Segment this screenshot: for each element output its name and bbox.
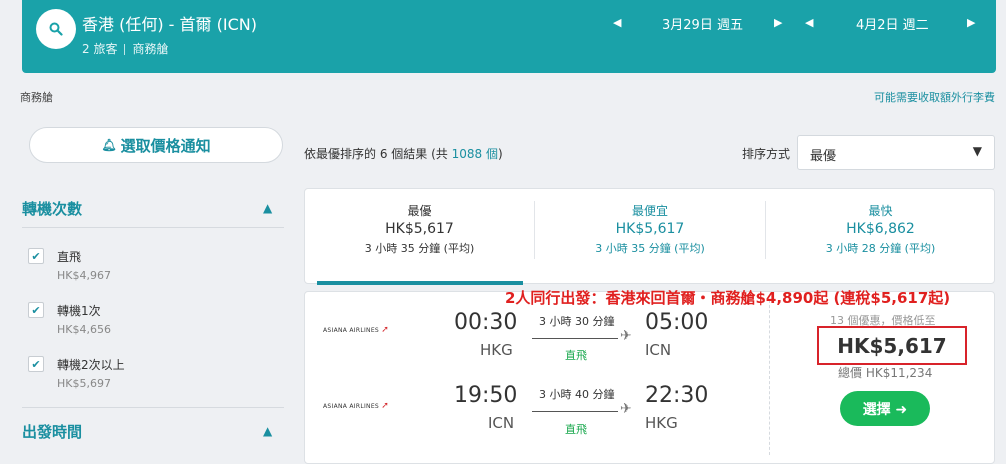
stops-direct-checkbox[interactable]: ✔ bbox=[28, 248, 44, 264]
stops-one-price: HK$4,656 bbox=[57, 323, 111, 336]
results-summary-prefix: 依最優排序的 6 個結果 (共 bbox=[304, 147, 448, 161]
stops-one-checkbox[interactable]: ✔ bbox=[28, 302, 44, 318]
tab-cheapest-price: HK$5,617 bbox=[615, 221, 685, 237]
leg2-duration: 3 小時 40 分鐘 bbox=[539, 388, 615, 401]
leg1-depart-time: 00:30 bbox=[454, 310, 518, 335]
stops-direct-label[interactable]: 直飛 bbox=[57, 248, 81, 265]
bell-icon: 🔔︎ bbox=[101, 138, 117, 152]
tab-fastest-price: HK$6,862 bbox=[846, 221, 915, 237]
travelers-cabin[interactable]: 2 旅客 商務艙 bbox=[82, 40, 168, 57]
results-total-count: 1088 個 bbox=[451, 147, 498, 161]
leg1-arrive-airport: ICN bbox=[645, 341, 672, 359]
leg1-route-line bbox=[532, 338, 618, 339]
leg1-duration: 3 小時 30 分鐘 bbox=[539, 315, 615, 328]
tab-best-title: 最優 bbox=[407, 204, 432, 218]
airline-logo: ASIANA AIRLINES ➚ bbox=[323, 325, 389, 335]
search-summary-bar[interactable]: 香港 (任何) - 首爾 (ICN) 2 旅客 商務艙 ◀ 3月29日 週五 ▶ … bbox=[22, 0, 996, 73]
price-alert-button[interactable]: 🔔︎ 選取價格通知 bbox=[29, 127, 283, 163]
stops-two-plus-label[interactable]: 轉機2次以上 bbox=[57, 356, 125, 373]
divider bbox=[124, 44, 126, 55]
return-next-day-button[interactable]: ▶ bbox=[967, 16, 975, 29]
search-button[interactable] bbox=[36, 9, 76, 49]
sort-select[interactable]: 最優 ▼ bbox=[797, 135, 995, 170]
leg2-depart-airport: ICN bbox=[488, 414, 515, 432]
sort-selected-value: 最優 bbox=[810, 149, 837, 164]
divider bbox=[769, 300, 770, 455]
divider bbox=[22, 227, 284, 228]
active-tab-indicator bbox=[317, 281, 523, 285]
results-summary: 依最優排序的 6 個結果 (共 1088 個) bbox=[304, 145, 503, 162]
plane-icon: ✈ bbox=[620, 328, 632, 344]
chevron-up-icon[interactable]: ▲ bbox=[263, 201, 272, 215]
tab-fastest-title: 最快 bbox=[868, 204, 893, 218]
airline-logo: ASIANA AIRLINES ➚ bbox=[323, 401, 389, 411]
card-total-price: 總價 HK$11,234 bbox=[838, 366, 933, 380]
depart-date[interactable]: 3月29日 週五 bbox=[662, 14, 743, 33]
price-alert-label: 選取價格通知 bbox=[120, 136, 211, 155]
tab-cheapest-duration: 3 小時 35 分鐘 (平均) bbox=[595, 242, 705, 255]
leg1-arrive-time: 05:00 bbox=[645, 310, 709, 335]
tab-fastest[interactable]: 最快 HK$6,862 3 小時 28 分鐘 (平均) bbox=[766, 189, 995, 285]
stops-direct-price: HK$4,967 bbox=[57, 269, 111, 282]
check-icon: ✔ bbox=[31, 357, 41, 371]
leg2-route-line bbox=[532, 411, 618, 412]
divider bbox=[22, 407, 284, 408]
leg2-stops: 直飛 bbox=[565, 423, 587, 436]
caret-down-icon: ▼ bbox=[972, 144, 982, 158]
return-prev-day-button[interactable]: ◀ bbox=[805, 16, 813, 29]
tab-best[interactable]: 最優 HK$5,617 3 小時 35 分鐘 (平均) bbox=[305, 189, 534, 285]
return-date[interactable]: 4月2日 週二 bbox=[856, 14, 929, 33]
sort-label: 排序方式 bbox=[742, 147, 791, 161]
depart-next-day-button[interactable]: ▶ bbox=[774, 16, 782, 29]
card-price: HK$5,617 bbox=[817, 326, 967, 365]
asiana-wing-icon: ➚ bbox=[381, 401, 390, 411]
tab-fastest-duration: 3 小時 28 分鐘 (平均) bbox=[825, 242, 936, 255]
plane-icon: ✈ bbox=[620, 401, 632, 417]
depart-time-filter-title[interactable]: 出發時間 bbox=[22, 421, 82, 442]
results-summary-suffix: ) bbox=[497, 147, 503, 161]
leg1-stops: 直飛 bbox=[565, 349, 587, 362]
leg2-arrive-airport: HKG bbox=[645, 414, 678, 432]
leg2-depart-time: 19:50 bbox=[454, 383, 518, 408]
stops-two-plus-checkbox[interactable]: ✔ bbox=[28, 356, 44, 372]
tab-best-price: HK$5,617 bbox=[385, 221, 454, 237]
chevron-up-icon[interactable]: ▲ bbox=[263, 424, 272, 438]
check-icon: ✔ bbox=[31, 249, 41, 263]
check-icon: ✔ bbox=[31, 303, 41, 317]
stops-one-label[interactable]: 轉機1次 bbox=[57, 302, 101, 319]
baggage-fee-link[interactable]: 可能需要收取額外行李費 bbox=[874, 89, 995, 105]
sort-tabs: 最優 HK$5,617 3 小時 35 分鐘 (平均) 最便宜 HK$5,617… bbox=[304, 188, 995, 285]
airline-name: ASIANA AIRLINES bbox=[323, 327, 380, 334]
stops-two-plus-price: HK$5,697 bbox=[57, 377, 111, 390]
cabin-note: 商務艙 bbox=[20, 91, 53, 104]
promo-banner: 2人同行出發：香港來回首爾・商務艙$4,890起 (連稅$5,617起) bbox=[505, 289, 951, 307]
airline-name: ASIANA AIRLINES bbox=[323, 403, 380, 410]
tab-best-duration: 3 小時 35 分鐘 (平均) bbox=[364, 242, 475, 255]
asiana-wing-icon: ➚ bbox=[381, 325, 390, 335]
depart-prev-day-button[interactable]: ◀ bbox=[613, 16, 621, 29]
stops-filter-title[interactable]: 轉機次數 bbox=[22, 198, 82, 219]
route-title[interactable]: 香港 (任何) - 首爾 (ICN) bbox=[82, 11, 257, 35]
tab-cheapest[interactable]: 最便宜 HK$5,617 3 小時 35 分鐘 (平均) bbox=[535, 189, 765, 285]
leg1-depart-airport: HKG bbox=[480, 341, 513, 359]
leg2-arrive-time: 22:30 bbox=[645, 383, 709, 408]
tab-cheapest-title: 最便宜 bbox=[631, 204, 668, 218]
search-icon bbox=[49, 22, 63, 36]
select-button[interactable]: 選擇 ➜ bbox=[840, 391, 930, 426]
cabin-class: 商務艙 bbox=[132, 42, 169, 56]
travelers-count: 2 旅客 bbox=[82, 42, 118, 56]
